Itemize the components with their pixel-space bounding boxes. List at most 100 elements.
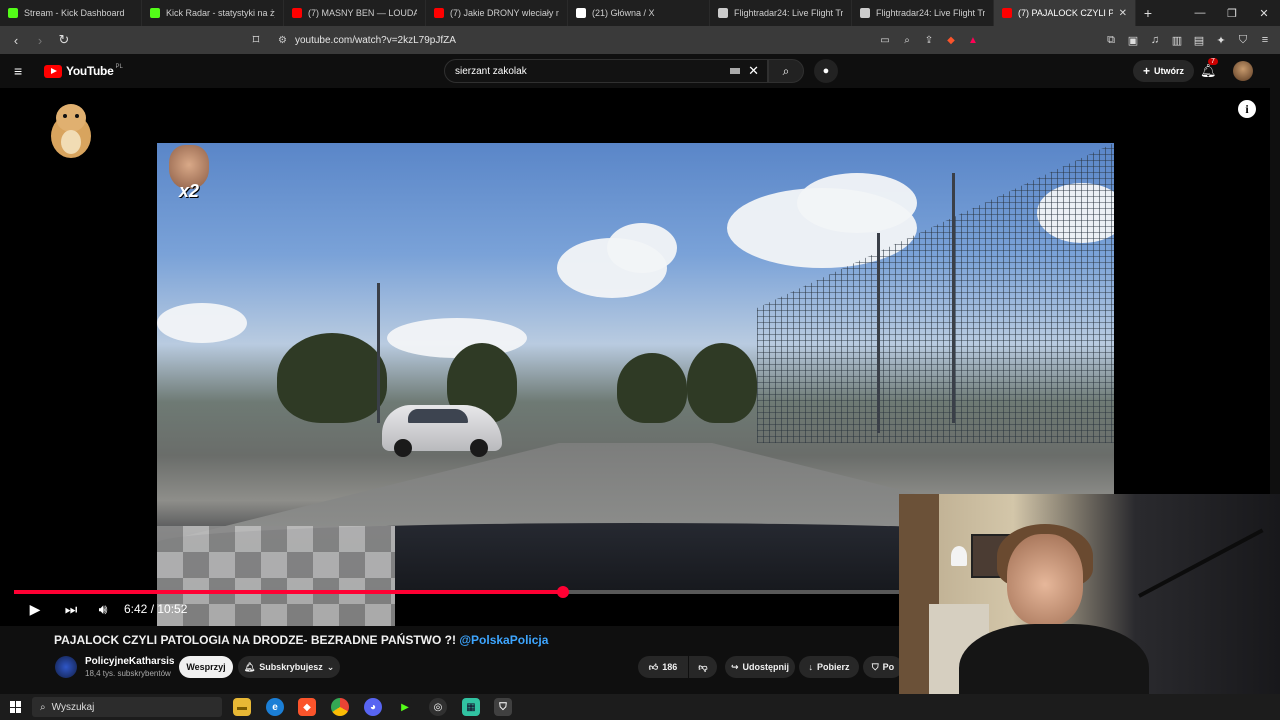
sidebar-icon[interactable]: ▥ xyxy=(1170,33,1184,47)
channel-name[interactable]: PolicyjneKatharsis xyxy=(85,656,174,667)
browser-tab-title: (7) MASNY BEN — LOUDA xyxy=(308,8,417,18)
search-button[interactable]: ⌕ xyxy=(768,59,804,83)
flightradar-icon xyxy=(860,8,870,18)
create-button[interactable]: + Utwórz xyxy=(1133,60,1195,82)
new-tab-button[interactable]: + xyxy=(1136,5,1160,21)
more-actions-button[interactable]: ⛉ Po xyxy=(863,656,903,678)
white-car xyxy=(382,405,502,457)
music-icon[interactable]: ♫ xyxy=(1148,33,1162,47)
wallet-card-icon[interactable]: ▤ xyxy=(1192,33,1206,47)
menu-icon[interactable]: ≡ xyxy=(1258,33,1272,47)
zoom-icon[interactable]: ⌕ xyxy=(900,35,914,46)
shield-app-icon[interactable]: ⛉ xyxy=(494,698,512,716)
browser-tab[interactable]: Flightradar24: Live Flight Track xyxy=(710,0,852,26)
browser-tab[interactable]: (7) MASNY BEN — LOUDA xyxy=(284,0,426,26)
play-icon: ▶ xyxy=(29,600,41,617)
cast-icon[interactable]: ▭ xyxy=(878,35,892,46)
play-button[interactable]: ▶ xyxy=(26,600,44,618)
brave-icon[interactable]: ◆ xyxy=(298,698,316,716)
subscribed-label: Subskrybujesz xyxy=(259,662,323,672)
progress-bar[interactable] xyxy=(14,586,904,598)
share-label: Udostępnij xyxy=(742,662,790,672)
browser-tab[interactable]: Flightradar24: Live Flight Track xyxy=(852,0,994,26)
channel-avatar[interactable] xyxy=(55,656,77,678)
browser-tab[interactable]: (7) Jakie DRONY wleciały nad P xyxy=(426,0,568,26)
dislike-button[interactable]: 👎︎ xyxy=(689,656,717,678)
guide-menu-icon[interactable]: ≡ xyxy=(14,63,30,79)
vpn-icon[interactable]: ⛉ xyxy=(1236,33,1250,47)
chevron-down-icon: ⌄ xyxy=(326,661,335,672)
edge-icon[interactable]: e xyxy=(266,698,284,716)
x-icon xyxy=(576,8,586,18)
youtube-icon xyxy=(434,8,444,18)
close-tab-icon[interactable]: ✕ xyxy=(1119,8,1127,19)
file-explorer-icon[interactable]: ▬ xyxy=(233,698,251,716)
like-button[interactable]: 👍︎ 186 xyxy=(638,656,688,678)
reload-icon[interactable]: ↻ xyxy=(54,30,74,50)
notifications-button[interactable]: 🔔︎ 7 xyxy=(1200,58,1218,79)
forward-icon[interactable]: › xyxy=(30,30,50,50)
youtube-header: ≡ YouTube PL sierzant zakolak ✕ ⌕ ● + Ut… xyxy=(0,54,1280,88)
restore-icon[interactable]: ❐ xyxy=(1216,7,1248,20)
join-label: Wesprzyj xyxy=(186,662,226,672)
minimize-icon[interactable]: — xyxy=(1184,7,1216,20)
site-info-icon[interactable]: ⚙ xyxy=(278,35,287,46)
browser-tab[interactable]: (21) Główna / X xyxy=(568,0,710,26)
volume-icon: 🔊︎ xyxy=(98,600,108,617)
share-page-icon[interactable]: ⇪ xyxy=(922,35,936,46)
download-button[interactable]: ↓ Pobierz xyxy=(799,656,859,678)
next-button[interactable]: ⏭︎ xyxy=(62,600,80,618)
windows-start-icon[interactable] xyxy=(10,701,22,713)
scrubber-handle[interactable] xyxy=(556,586,569,598)
browser-tab[interactable]: (7) PAJALOCK CZYLI PATOL ✕ xyxy=(994,0,1136,26)
window-controls: — ❐ ✕ xyxy=(1184,7,1280,20)
streamlabs-icon[interactable]: ▦ xyxy=(462,698,480,716)
search-icon: ⌕ xyxy=(782,63,790,78)
kick-app-icon[interactable]: ▶ xyxy=(396,698,414,716)
info-icon[interactable]: i xyxy=(1238,100,1256,118)
kick-icon xyxy=(8,8,18,18)
taskbar-search[interactable]: ⌕ Wyszukaj xyxy=(32,697,222,717)
browser-tab-title: Flightradar24: Live Flight Track xyxy=(876,8,985,18)
extensions-icon[interactable]: ⧉ xyxy=(1104,33,1118,47)
channel-subscribers: 18,4 tys. subskrybentów xyxy=(85,669,171,678)
obs-icon[interactable]: ◎ xyxy=(429,698,447,716)
youtube-logo-text: YouTube xyxy=(66,64,114,78)
back-icon[interactable]: ‹ xyxy=(6,30,26,50)
close-window-icon[interactable]: ✕ xyxy=(1248,7,1280,20)
thumbs-up-icon: 👍︎ xyxy=(648,661,659,672)
clear-search-icon[interactable]: ✕ xyxy=(748,63,759,79)
browser-tab[interactable]: Kick Radar - statystyki na żywo! xyxy=(142,0,284,26)
time-display: 6:42 / 10:52 xyxy=(124,602,188,616)
volume-button[interactable]: 🔊︎ xyxy=(94,600,112,618)
discord-icon[interactable]: ◕ xyxy=(364,698,382,716)
account-avatar[interactable] xyxy=(1233,61,1253,81)
address-actions: ▭ ⌕ ⇪ ◆ ▲ xyxy=(878,35,980,46)
voice-search-button[interactable]: ● xyxy=(814,59,838,83)
browser-tab-title: Stream - Kick Dashboard xyxy=(24,8,125,18)
flightradar-icon xyxy=(718,8,728,18)
subscribed-button[interactable]: 🔔︎ Subskrybujesz ⌄ xyxy=(238,656,340,678)
wallet-icon[interactable]: ▣ xyxy=(1126,33,1140,47)
youtube-logo[interactable]: YouTube PL xyxy=(44,64,123,78)
more-actions-label: Po xyxy=(882,662,895,672)
address-url: youtube.com/watch?v=2kzL79pJfZA xyxy=(294,34,456,46)
keyboard-icon[interactable] xyxy=(730,68,741,74)
search-query: sierzant zakolak xyxy=(455,65,527,77)
brave-shields-icon[interactable]: ◆ xyxy=(944,35,958,46)
pixelated-censor-overlay xyxy=(157,526,395,626)
taskbar-search-placeholder: Wyszukaj xyxy=(51,701,95,713)
browser-tab[interactable]: Stream - Kick Dashboard xyxy=(0,0,142,26)
notification-badge: 7 xyxy=(1208,58,1218,65)
mention-link[interactable]: @PolskaPolicja xyxy=(459,633,548,647)
chrome-icon[interactable] xyxy=(331,698,349,716)
share-button[interactable]: ↪ Udostępnij xyxy=(725,656,795,678)
search-input[interactable]: sierzant zakolak ✕ xyxy=(444,59,768,83)
download-icon: ↓ xyxy=(808,662,814,672)
brave-rewards-icon[interactable]: ▲ xyxy=(966,35,980,46)
bookmark-icon[interactable]: ⌑ xyxy=(246,30,266,50)
join-button[interactable]: Wesprzyj xyxy=(179,656,233,678)
youtube-region-code: PL xyxy=(115,64,123,70)
browser-tab-title: Kick Radar - statystyki na żywo! xyxy=(166,8,275,18)
leo-ai-icon[interactable]: ✦ xyxy=(1214,33,1228,47)
